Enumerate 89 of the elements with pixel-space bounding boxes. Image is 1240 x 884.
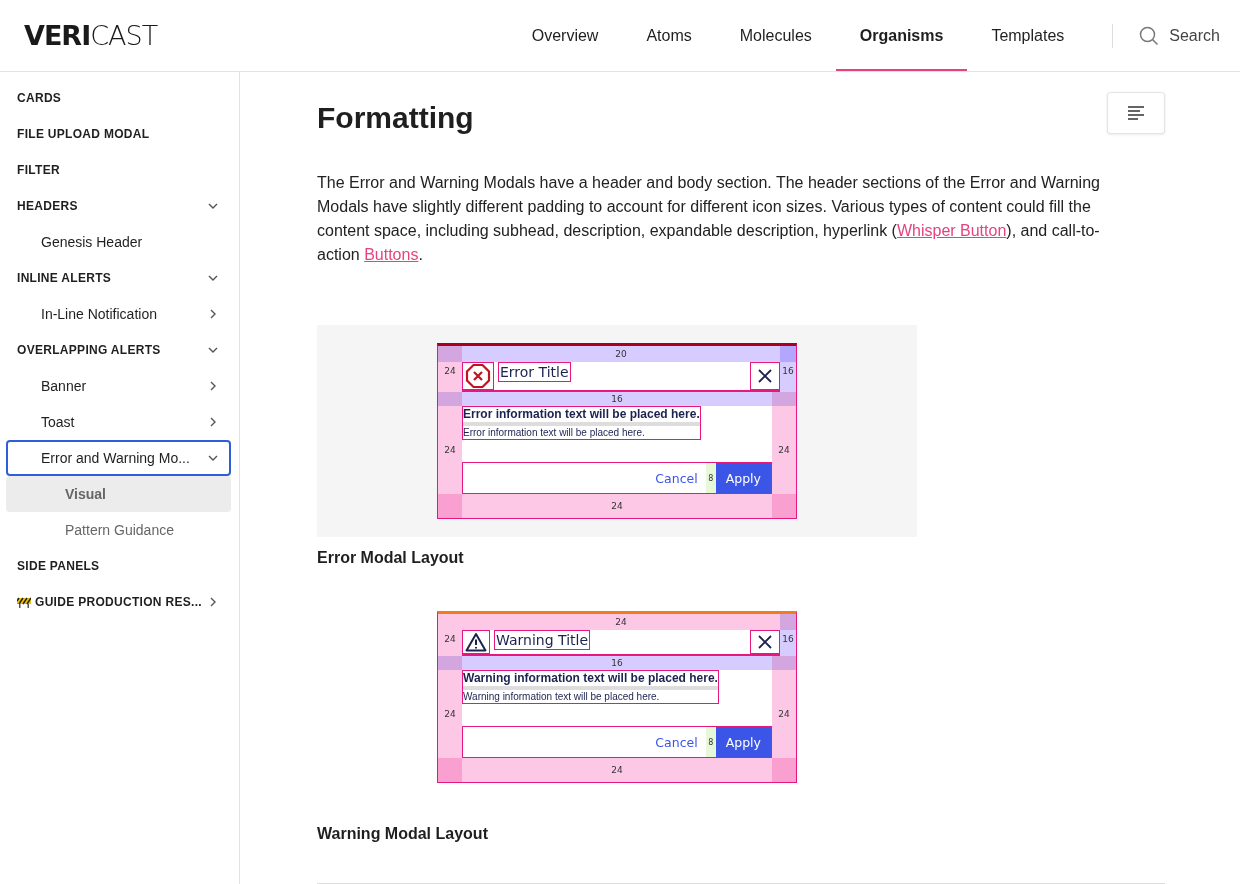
sidebar-item[interactable]: Toast bbox=[6, 404, 231, 440]
corner-cell bbox=[780, 614, 796, 630]
section-label: OVERLAPPING ALERTS bbox=[17, 343, 161, 357]
sidebar-item[interactable]: INLINE ALERTS bbox=[6, 260, 231, 296]
sidebar-item[interactable]: CARDS bbox=[6, 80, 231, 116]
search-link[interactable]: Search bbox=[1169, 26, 1220, 45]
buttons-link[interactable]: Buttons bbox=[364, 246, 419, 263]
corner-cell bbox=[438, 758, 462, 782]
modal-description: Warning information text will be placed here. bbox=[463, 690, 661, 703]
section-label: GUIDE PRODUCTION RES... bbox=[35, 595, 202, 609]
spacing-cell: 24 bbox=[438, 670, 462, 758]
corner-cell bbox=[438, 494, 462, 518]
nav-tab[interactable]: Organisms bbox=[835, 0, 968, 71]
corner-cell bbox=[772, 392, 796, 406]
sidebar-item[interactable]: GUIDE PRODUCTION RES... bbox=[6, 584, 231, 620]
corner-cell bbox=[438, 346, 462, 362]
close-button[interactable] bbox=[750, 630, 780, 654]
sidebar-item[interactable]: Visual bbox=[6, 476, 231, 512]
modal-title: Error Title bbox=[498, 362, 571, 382]
spacing-cell: 20 bbox=[462, 346, 780, 362]
sidebar-item[interactable]: In-Line Notification bbox=[6, 296, 231, 332]
modal-heading: Warning information text will be placed here. bbox=[463, 671, 718, 690]
sidebar-item[interactable]: Error and Warning Mo... bbox=[6, 440, 231, 476]
corner-cell bbox=[438, 656, 462, 670]
corner-cell bbox=[772, 656, 796, 670]
section-label: HEADERS bbox=[17, 199, 78, 213]
spacing-cell: 16 bbox=[780, 630, 796, 656]
apply-button[interactable]: Apply bbox=[715, 463, 771, 493]
sidebar-item[interactable]: FILE UPLOAD MODAL bbox=[6, 116, 231, 152]
spacing-cell: 24 bbox=[438, 630, 462, 656]
spacing-cell: 16 bbox=[462, 656, 772, 670]
item-label: Genesis Header bbox=[41, 234, 143, 250]
spacing-cell: 8 bbox=[705, 463, 716, 493]
item-label: Banner bbox=[41, 378, 87, 394]
section-label: INLINE ALERTS bbox=[17, 271, 112, 285]
section-label: FILTER bbox=[17, 163, 60, 177]
barrier-icon bbox=[17, 596, 31, 608]
spacing-cell: 24 bbox=[438, 406, 462, 494]
search-icon[interactable] bbox=[1139, 25, 1160, 46]
spacing-cell: 24 bbox=[462, 494, 772, 518]
cancel-button[interactable]: Cancel bbox=[647, 727, 706, 757]
cancel-button[interactable]: Cancel bbox=[647, 463, 706, 493]
spacing-cell: 24 bbox=[462, 614, 780, 630]
modal-title: Warning Title bbox=[494, 630, 590, 650]
text-lines-icon bbox=[1127, 106, 1145, 120]
item-label: Pattern Guidance bbox=[65, 522, 174, 538]
apply-button[interactable]: Apply bbox=[715, 727, 771, 757]
corner-cell bbox=[780, 346, 796, 362]
page-title: Formatting bbox=[317, 101, 474, 135]
section-label: CARDS bbox=[17, 91, 62, 105]
nav-tab[interactable]: Templates bbox=[967, 0, 1089, 71]
item-label: Toast bbox=[41, 414, 75, 430]
item-label: In-Line Notification bbox=[41, 306, 157, 322]
close-button[interactable] bbox=[750, 362, 780, 390]
item-label: Error and Warning Mo... bbox=[41, 450, 190, 466]
spacing-cell: 24 bbox=[772, 406, 796, 494]
sidebar-item[interactable]: Banner bbox=[6, 368, 231, 404]
close-icon bbox=[758, 635, 772, 649]
sidebar-item[interactable]: FILTER bbox=[6, 152, 231, 188]
corner-cell bbox=[438, 392, 462, 406]
corner-cell bbox=[772, 758, 796, 782]
close-icon bbox=[758, 369, 772, 383]
spacing-cell: 24 bbox=[772, 670, 796, 758]
figure-caption: Error Modal Layout bbox=[317, 549, 465, 567]
spacing-cell: 8 bbox=[705, 727, 716, 757]
nav-tab[interactable]: Molecules bbox=[715, 0, 836, 71]
spacing-cell: 16 bbox=[462, 392, 772, 406]
error-icon bbox=[465, 363, 491, 389]
item-label: Visual bbox=[65, 486, 106, 502]
nav-tab[interactable]: Overview bbox=[507, 0, 623, 71]
spacing-cell: 24 bbox=[438, 362, 462, 392]
nav-tab[interactable]: Atoms bbox=[622, 0, 716, 71]
intro-paragraph: The Error and Warning Modals have a header and body section. The header sections of the Error and Warning Modals have slightly different padding to account for different icon sizes. Various types of content could fill the content space, including subhead, description, expandable description, hyperlink (Whisper Button), and call-to-action Buttons. bbox=[317, 173, 1101, 265]
sidebar-item[interactable]: SIDE PANELS bbox=[6, 548, 231, 584]
section-label: SIDE PANELS bbox=[17, 559, 100, 573]
sidebar-item[interactable]: HEADERS bbox=[6, 188, 231, 224]
modal-description: Error information text will be placed here. bbox=[463, 426, 646, 439]
modal-heading: Error information text will be placed here. bbox=[463, 407, 700, 426]
sidebar-item[interactable]: Genesis Header bbox=[6, 224, 231, 260]
section-label: FILE UPLOAD MODAL bbox=[17, 127, 150, 141]
spacing-cell: 24 bbox=[462, 758, 772, 782]
sidebar-item[interactable]: OVERLAPPING ALERTS bbox=[6, 332, 231, 368]
logo[interactable]: VERICAST bbox=[24, 20, 158, 51]
contents-button[interactable] bbox=[1107, 92, 1165, 134]
warning-icon bbox=[465, 632, 487, 652]
sidebar-item[interactable]: Pattern Guidance bbox=[6, 512, 231, 548]
corner-cell bbox=[772, 494, 796, 518]
spacing-cell: 16 bbox=[780, 362, 796, 392]
figure-caption: Warning Modal Layout bbox=[317, 825, 489, 843]
